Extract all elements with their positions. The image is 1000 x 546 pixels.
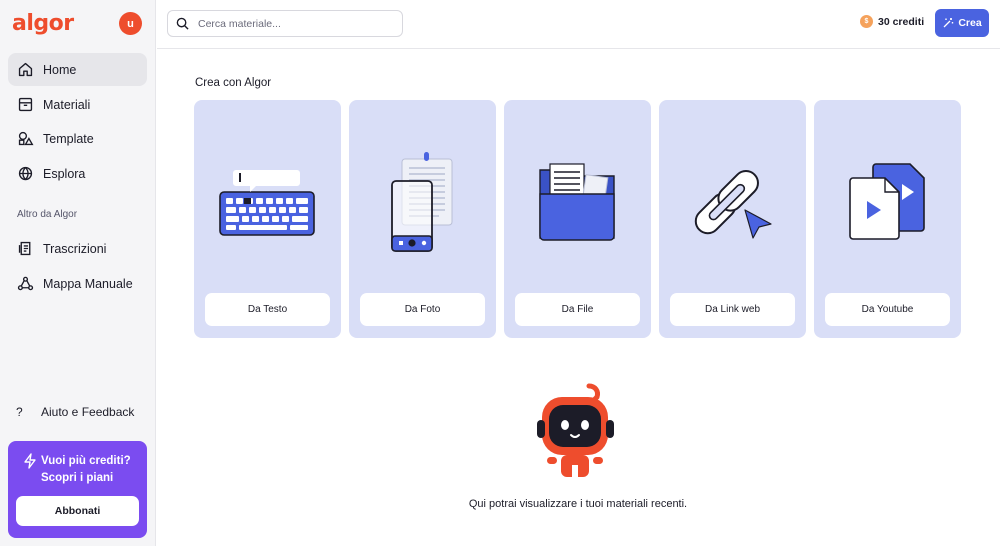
avatar[interactable]: u — [119, 12, 142, 35]
algor-logo[interactable]: algor — [12, 11, 74, 36]
phone-photo-icon — [391, 152, 453, 252]
coin-icon: $ — [860, 15, 873, 28]
video-file-icon — [849, 163, 925, 240]
card-da-file[interactable]: Da File — [504, 100, 651, 338]
sidebar-item-mappa-manuale[interactable]: Mappa Manuale — [8, 267, 147, 300]
sidebar-item-label: Home — [43, 62, 77, 77]
magic-wand-icon — [943, 18, 954, 28]
transcript-icon — [18, 241, 31, 256]
credits-indicator[interactable]: $ 30 crediti — [860, 15, 924, 28]
crea-button[interactable]: Crea — [935, 9, 989, 37]
card-da-foto[interactable]: Da Foto — [349, 100, 496, 338]
shapes-icon — [18, 131, 34, 146]
sidebar-item-esplora[interactable]: Esplora — [8, 157, 147, 190]
globe-icon — [18, 166, 33, 181]
sidebar-item-label: Esplora — [43, 166, 86, 181]
search-input[interactable] — [198, 17, 388, 30]
sidebar-item-label: Mappa Manuale — [43, 276, 133, 291]
top-header: $ 30 crediti Crea — [157, 0, 1000, 49]
section-title: Crea con Algor — [195, 77, 272, 89]
crea-label: Crea — [958, 17, 982, 29]
sidebar: algor u Home Materiali Template Esplora … — [0, 0, 156, 546]
link-icon — [694, 170, 772, 239]
search-icon — [176, 17, 189, 30]
search-box[interactable] — [167, 10, 403, 37]
folder-icon — [539, 163, 615, 241]
sidebar-item-home[interactable]: Home — [8, 53, 147, 86]
card-button[interactable]: Da Link web — [670, 293, 795, 326]
empty-state-message: Qui potrai visualizzare i tuoi materiali… — [468, 498, 688, 510]
help-label: Aiuto e Feedback — [41, 405, 135, 419]
card-button[interactable]: Da Youtube — [825, 293, 950, 326]
sidebar-item-label: Materiali — [43, 97, 91, 112]
question-icon: ? — [16, 405, 23, 419]
card-button[interactable]: Da File — [515, 293, 640, 326]
keyboard-icon — [219, 170, 315, 236]
robot-mascot-icon — [537, 383, 614, 477]
credits-label: 30 crediti — [878, 15, 925, 28]
card-da-youtube[interactable]: Da Youtube — [814, 100, 961, 338]
card-button[interactable]: Da Foto — [360, 293, 485, 326]
section-label: Altro da Algor — [17, 209, 78, 220]
promo-title: Vuoi più crediti? Scopri i piani — [41, 453, 131, 487]
lightning-icon — [24, 453, 36, 469]
home-icon — [18, 62, 33, 77]
sidebar-item-label: Template — [43, 131, 94, 146]
sidebar-item-materiali[interactable]: Materiali — [8, 88, 147, 121]
sidebar-item-template[interactable]: Template — [8, 122, 147, 155]
sidebar-item-label: Trascrizioni — [43, 241, 107, 256]
mindmap-icon — [17, 276, 34, 291]
archive-icon — [18, 97, 33, 112]
sidebar-item-trascrizioni[interactable]: Trascrizioni — [8, 232, 147, 265]
promo-title-line2: Scopri i piani — [41, 472, 114, 484]
promo-title-line1: Vuoi più crediti? — [41, 455, 131, 467]
card-button[interactable]: Da Testo — [205, 293, 330, 326]
promo-card: Vuoi più crediti? Scopri i piani Abbonat… — [8, 441, 147, 538]
card-da-link-web[interactable]: Da Link web — [659, 100, 806, 338]
help-feedback-link[interactable]: ? Aiuto e Feedback — [16, 405, 134, 419]
card-da-testo[interactable]: Da Testo — [194, 100, 341, 338]
